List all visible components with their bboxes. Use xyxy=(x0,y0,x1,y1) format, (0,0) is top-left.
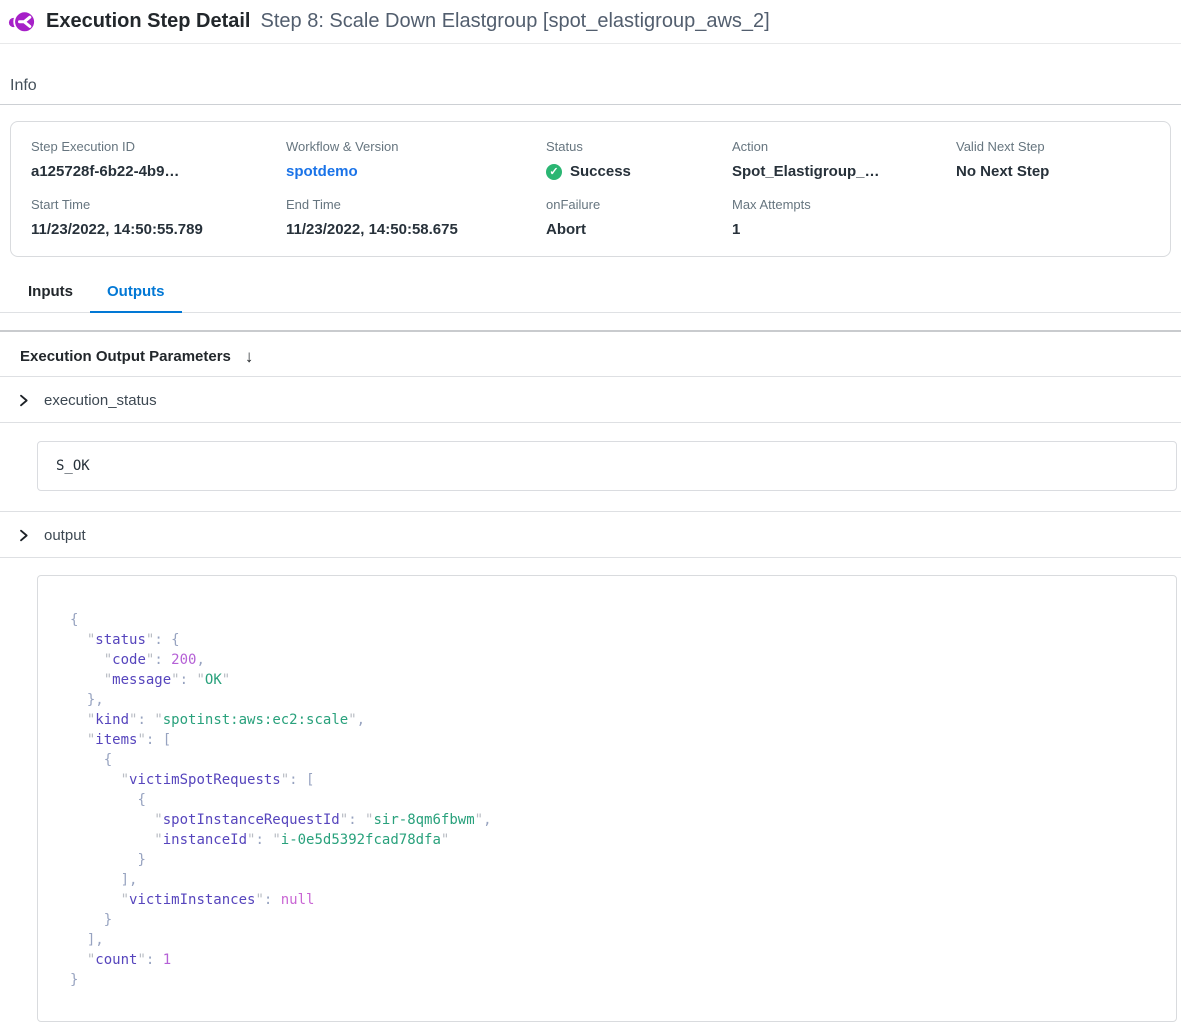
workflow-link[interactable]: spotdemo xyxy=(286,163,546,180)
header: Execution Step Detail Step 8: Scale Down… xyxy=(0,0,1181,44)
info-divider xyxy=(0,104,1181,105)
field-value: Spot_Elastigroup_… xyxy=(732,163,956,180)
page-title: Execution Step Detail xyxy=(46,10,251,33)
output-label: output xyxy=(44,527,86,544)
execution-status-row[interactable]: execution_status xyxy=(0,377,1181,422)
field-valid-next-step: Valid Next Step No Next Step xyxy=(956,139,1150,180)
output-json-code: { "status": { "code": 200, "message": "O… xyxy=(70,610,1152,990)
execution-status-label: execution_status xyxy=(44,392,157,409)
field-value: No Next Step xyxy=(956,163,1150,180)
field-label: Action xyxy=(732,139,956,154)
field-value: 11/23/2022, 14:50:58.675 xyxy=(286,221,546,238)
divider xyxy=(0,422,1181,423)
chevron-right-icon xyxy=(16,393,31,408)
execution-status-value: S_OK xyxy=(56,458,90,474)
field-label: Start Time xyxy=(31,197,286,212)
field-max-attempts: Max Attempts 1 xyxy=(732,197,956,238)
execution-status-value-box: S_OK xyxy=(37,441,1177,491)
info-section-title: Info xyxy=(10,77,1181,95)
field-label: Max Attempts xyxy=(732,197,956,212)
output-json-box: { "status": { "code": 200, "message": "O… xyxy=(37,575,1177,1022)
field-label: End Time xyxy=(286,197,546,212)
field-value: 1 xyxy=(732,221,956,238)
divider xyxy=(0,557,1181,558)
brand-logo-icon xyxy=(8,8,36,36)
field-label: Status xyxy=(546,139,732,154)
download-icon[interactable]: ↓ xyxy=(245,348,254,365)
field-value: 11/23/2022, 14:50:55.789 xyxy=(31,221,286,238)
field-label: Step Execution ID xyxy=(31,139,286,154)
status-text: Success xyxy=(570,163,631,180)
output-parameters-title: Execution Output Parameters xyxy=(20,348,231,365)
status-badge: ✓ Success xyxy=(546,163,732,180)
output-parameters-header: Execution Output Parameters ↓ xyxy=(0,332,1181,376)
tab-outputs[interactable]: Outputs xyxy=(90,279,182,313)
page-subtitle: Step 8: Scale Down Elastgroup [spot_elas… xyxy=(261,10,770,33)
field-label: onFailure xyxy=(546,197,732,212)
field-start-time: Start Time 11/23/2022, 14:50:55.789 xyxy=(31,197,286,238)
field-status: Status ✓ Success xyxy=(546,139,732,180)
field-value: Abort xyxy=(546,221,732,238)
field-end-time: End Time 11/23/2022, 14:50:58.675 xyxy=(286,197,546,238)
tab-inputs[interactable]: Inputs xyxy=(11,279,90,313)
chevron-right-icon xyxy=(16,528,31,543)
field-workflow-version: Workflow & Version spotdemo xyxy=(286,139,546,180)
field-action: Action Spot_Elastigroup_… xyxy=(732,139,956,180)
output-row[interactable]: output xyxy=(0,512,1181,557)
field-label: Valid Next Step xyxy=(956,139,1150,154)
field-step-execution-id: Step Execution ID a125728f-6b22-4b9… xyxy=(31,139,286,180)
field-onfailure: onFailure Abort xyxy=(546,197,732,238)
field-label: Workflow & Version xyxy=(286,139,546,154)
success-check-icon: ✓ xyxy=(546,164,562,180)
tabs: Inputs Outputs xyxy=(0,279,1181,313)
info-card: Step Execution ID a125728f-6b22-4b9… Wor… xyxy=(10,121,1171,257)
field-value: a125728f-6b22-4b9… xyxy=(31,163,286,180)
